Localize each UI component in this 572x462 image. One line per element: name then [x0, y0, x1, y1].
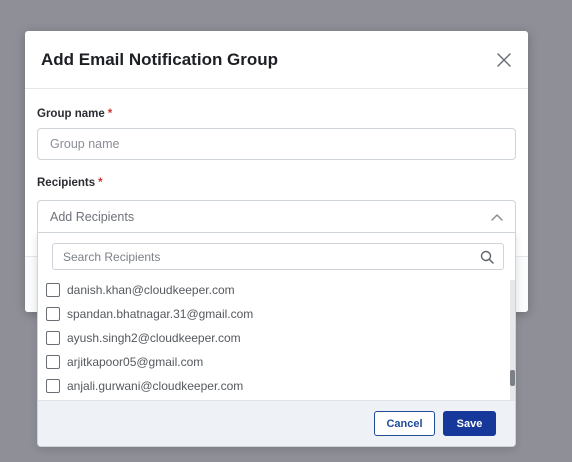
- search-icon[interactable]: [479, 249, 495, 265]
- chevron-up-icon: [491, 208, 503, 226]
- search-recipients-input[interactable]: [63, 249, 479, 264]
- list-item[interactable]: ayush.singh2@cloudkeeper.com: [38, 326, 510, 350]
- recipients-select[interactable]: Add Recipients: [37, 200, 516, 233]
- recipients-list: danish.khan@cloudkeeper.com spandan.bhat…: [38, 278, 510, 400]
- modal-title: Add Email Notification Group: [41, 49, 279, 69]
- checkbox[interactable]: [46, 283, 60, 297]
- close-icon[interactable]: [494, 50, 514, 70]
- recipient-email: danish.khan@cloudkeeper.com: [67, 283, 235, 297]
- list-item[interactable]: arjitkapoor05@gmail.com: [38, 350, 510, 374]
- scrollbar-thumb[interactable]: [510, 370, 515, 386]
- checkbox[interactable]: [46, 379, 60, 393]
- checkbox[interactable]: [46, 307, 60, 321]
- recipients-label: Recipients *: [37, 177, 103, 189]
- list-item[interactable]: spandan.bhatnagar.31@gmail.com: [38, 302, 510, 326]
- list-item[interactable]: danish.khan@cloudkeeper.com: [38, 278, 510, 302]
- recipient-email: arjitkapoor05@gmail.com: [67, 355, 204, 369]
- cancel-button[interactable]: Cancel: [374, 411, 435, 436]
- recipient-email: ayush.singh2@cloudkeeper.com: [67, 331, 241, 345]
- recipients-placeholder: Add Recipients: [50, 209, 135, 224]
- modal-header: Add Email Notification Group: [25, 31, 528, 89]
- required-mark: *: [107, 108, 113, 120]
- recipients-dropdown: danish.khan@cloudkeeper.com spandan.bhat…: [37, 232, 516, 447]
- recipient-email: spandan.bhatnagar.31@gmail.com: [67, 307, 254, 321]
- list-scrollbar[interactable]: [510, 280, 515, 400]
- required-mark: *: [98, 177, 103, 189]
- group-name-label-text: Group name: [37, 108, 105, 120]
- list-item[interactable]: anjali.gurwani@cloudkeeper.com: [38, 374, 510, 398]
- recipient-email: anjali.gurwani@cloudkeeper.com: [67, 379, 244, 393]
- search-box: [52, 243, 504, 270]
- dropdown-footer: Cancel Save: [38, 400, 515, 446]
- save-button[interactable]: Save: [443, 411, 496, 436]
- group-name-label: Group name *: [37, 108, 112, 120]
- recipients-label-text: Recipients: [37, 177, 96, 189]
- checkbox[interactable]: [46, 331, 60, 345]
- checkbox[interactable]: [46, 355, 60, 369]
- group-name-input[interactable]: [37, 128, 516, 160]
